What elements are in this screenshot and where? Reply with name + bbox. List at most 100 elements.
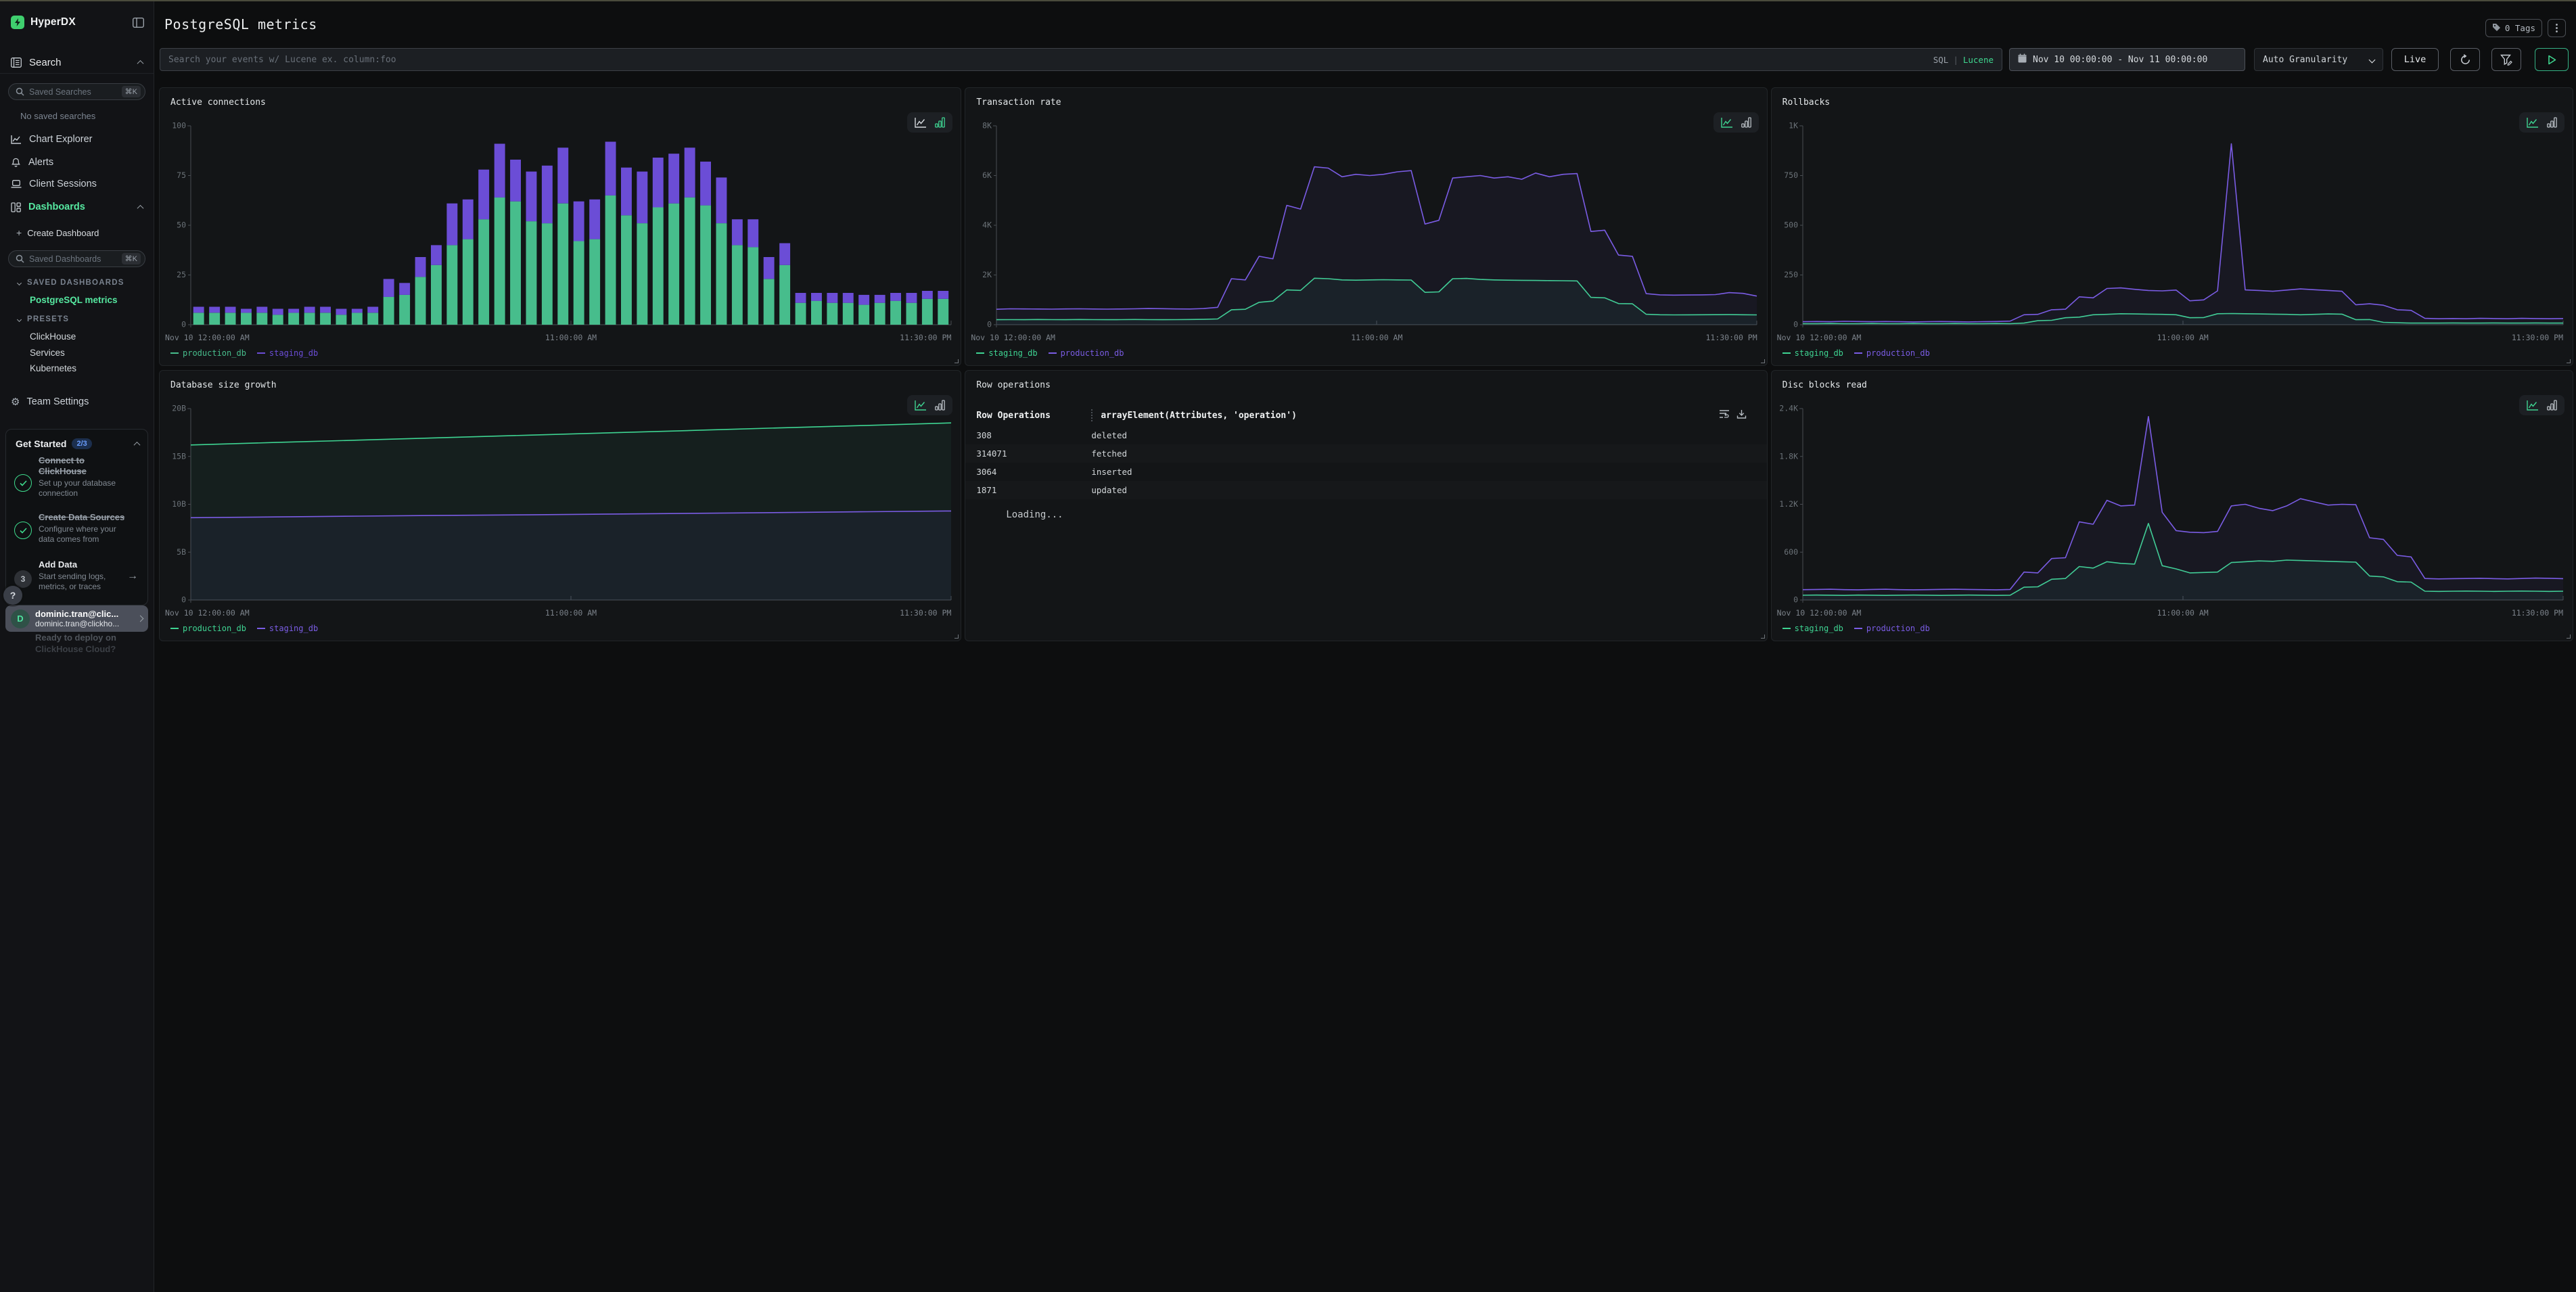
time-range-value: Nov 10 00:00:00 - Nov 11 00:00:00 [2033, 55, 2207, 65]
legend-item-staging_db[interactable]: staging_db [257, 348, 318, 358]
chart-view-toggle [2519, 395, 2564, 415]
line-view-icon[interactable] [1721, 117, 1733, 128]
saved-dashboards-section-header[interactable]: SAVED DASHBOARDS [0, 277, 154, 288]
kebab-menu-button[interactable] [2548, 19, 2566, 37]
search-section-label: Search [29, 57, 138, 68]
get-started-step[interactable]: Add Data Start sending logs, metrics, or… [39, 559, 120, 592]
get-started-header[interactable]: Get Started 2/3 [16, 438, 139, 449]
filter-button[interactable] [2491, 48, 2521, 71]
sidebar-item-clickhouse[interactable]: ClickHouse [0, 330, 154, 342]
line-view-icon[interactable] [2527, 400, 2539, 411]
dashboard-grid: Active connections1007550250Nov 10 12:00… [159, 87, 2573, 641]
sidebar-item-postgresql-metrics[interactable]: PostgreSQL metrics [0, 294, 154, 306]
create-dashboard-button[interactable]: + Create Dashboard [0, 226, 154, 239]
chevron-up-icon[interactable] [137, 60, 144, 66]
chart-plot-area[interactable]: 1K7505002500 [1777, 120, 2564, 327]
run-query-button[interactable] [2535, 48, 2569, 71]
line-view-icon[interactable] [2527, 117, 2539, 128]
get-started-step[interactable]: Create Data Sources Configure where your… [39, 512, 129, 545]
sidebar-item-kubernetes[interactable]: Kubernetes [0, 362, 154, 374]
column-header[interactable]: arrayElement(Attributes, 'operation') [1101, 411, 1718, 421]
sidebar-item-alerts[interactable]: Alerts [0, 153, 154, 172]
sidebar-item-team-settings[interactable]: ⚙ Team Settings [0, 395, 154, 409]
live-button[interactable]: Live [2391, 48, 2439, 71]
sql-mode-toggle[interactable]: SQL [1933, 55, 1949, 65]
tags-button[interactable]: 0 Tags [2485, 19, 2542, 37]
bar-view-icon[interactable] [935, 400, 945, 411]
resize-handle[interactable] [954, 635, 959, 639]
shortcut-badge: ⌘K [122, 86, 141, 97]
chart-plot-area[interactable]: 2.4K1.8K1.2K6000 [1777, 403, 2564, 603]
avatar: D [11, 609, 30, 628]
table-row[interactable]: 3064inserted [965, 463, 1766, 481]
legend-item-staging_db[interactable]: staging_db [1782, 348, 1843, 358]
search-icon [16, 87, 24, 96]
resize-handle[interactable] [1761, 359, 1765, 363]
svg-text:750: 750 [1784, 170, 1798, 180]
bar-view-icon[interactable] [1741, 117, 1751, 128]
saved-dashboards-input[interactable]: Saved Dashboards ⌘K [8, 250, 145, 267]
legend-item-staging_db[interactable]: staging_db [257, 624, 318, 633]
svg-text:0: 0 [181, 595, 186, 603]
x-axis-labels: Nov 10 12:00:00 AM11:00:00 AM11:30:00 PM [971, 333, 1758, 342]
chevron-up-icon[interactable] [137, 204, 144, 211]
presets-section-header[interactable]: PRESETS [0, 314, 154, 325]
line-view-icon[interactable] [915, 400, 927, 411]
bar-view-icon[interactable] [2547, 117, 2557, 128]
collapse-sidebar-icon[interactable] [133, 18, 144, 28]
event-search-input[interactable]: Search your events w/ Lucene ex. column:… [160, 48, 2002, 71]
sidebar-item-chart-explorer[interactable]: Chart Explorer [0, 130, 154, 149]
chevron-down-icon [2369, 56, 2376, 63]
bar-view-icon[interactable] [935, 117, 945, 128]
lucene-mode-toggle[interactable]: Lucene [1963, 55, 1994, 65]
line-view-icon[interactable] [915, 117, 927, 128]
chevron-up-icon[interactable] [134, 441, 141, 448]
chart-plot-area[interactable]: 20B15B10B5B0 [165, 403, 952, 603]
granularity-select[interactable]: Auto Granularity [2254, 48, 2383, 71]
user-account-button[interactable]: D dominic.tran@clic... dominic.tran@clic… [5, 605, 148, 632]
sidebar-section-search[interactable]: Search [0, 53, 154, 72]
saved-searches-input[interactable]: Saved Searches ⌘K [8, 83, 145, 100]
legend-item-production_db[interactable]: production_db [170, 624, 246, 633]
refresh-button[interactable] [2450, 48, 2480, 71]
user-email: dominic.tran@clickho... [35, 619, 138, 628]
get-started-step[interactable]: Connect to ClickHouse Set up your databa… [39, 455, 129, 499]
table-row[interactable]: 308deleted [965, 426, 1766, 444]
column-header[interactable]: Row Operations [976, 411, 1091, 421]
window-top-strip [0, 0, 2576, 1]
time-range-picker[interactable]: Nov 10 00:00:00 - Nov 11 00:00:00 [2009, 48, 2245, 71]
no-saved-searches-text: No saved searches [0, 110, 154, 121]
svg-text:0: 0 [987, 320, 992, 328]
svg-text:15B: 15B [172, 451, 186, 461]
chart-explorer-icon [11, 135, 22, 144]
help-button[interactable]: ? [3, 586, 22, 605]
table-row[interactable]: 1871updated [965, 481, 1766, 499]
download-icon[interactable] [1736, 409, 1747, 422]
legend-item-staging_db[interactable]: staging_db [1782, 624, 1843, 633]
wrap-lines-icon[interactable] [1719, 409, 1730, 422]
chart-plot-area[interactable]: 8K6K4K2K0 [971, 120, 1758, 327]
resize-handle[interactable] [2567, 635, 2571, 639]
legend-item-staging_db[interactable]: staging_db [976, 348, 1037, 358]
sidebar-item-dashboards[interactable]: Dashboards [0, 198, 154, 216]
toolbar: Search your events w/ Lucene ex. column:… [160, 48, 2569, 71]
table-row[interactable]: 314071fetched [965, 444, 1766, 463]
legend-item-production_db[interactable]: production_db [1854, 624, 1930, 633]
chevron-down-icon [17, 317, 22, 321]
bar-view-icon[interactable] [2547, 400, 2557, 411]
resize-handle[interactable] [954, 359, 959, 363]
cell-operation: updated [1091, 485, 1755, 495]
loading-text: Loading... [1006, 509, 1063, 520]
sidebar-item-client-sessions[interactable]: Client Sessions [0, 175, 154, 193]
chart-plot-area[interactable]: 1007550250 [165, 120, 952, 327]
arrow-right-icon[interactable]: → [127, 570, 138, 582]
legend-item-production_db[interactable]: production_db [1049, 348, 1124, 358]
chart-card-disc-blocks-read: Disc blocks read2.4K1.8K1.2K6000Nov 10 1… [1771, 370, 2573, 641]
resize-handle[interactable] [1761, 635, 1765, 639]
legend-item-production_db[interactable]: production_db [170, 348, 246, 358]
table-card-row-operations: Row operations Row Operations arrayEleme… [965, 370, 1767, 641]
legend-item-production_db[interactable]: production_db [1854, 348, 1930, 358]
sidebar-item-services[interactable]: Services [0, 346, 154, 359]
get-started-card: Get Started 2/3 Connect to ClickHouse Se… [5, 429, 148, 605]
resize-handle[interactable] [2567, 359, 2571, 363]
